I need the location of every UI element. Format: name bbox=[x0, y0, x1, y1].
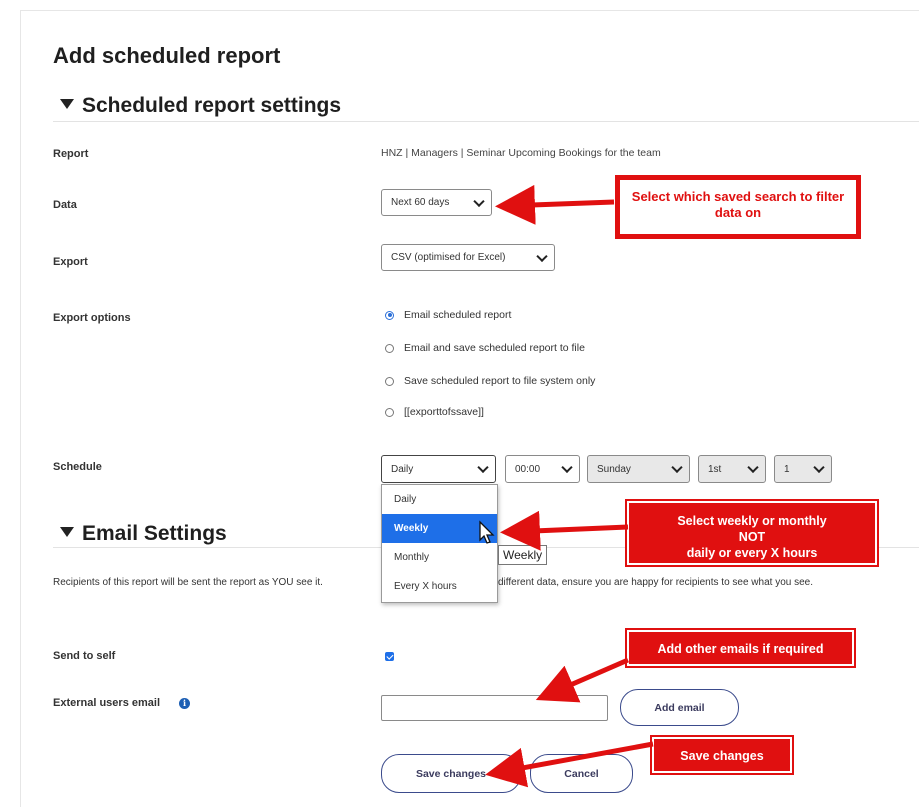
arrow-to-weekly-option bbox=[500, 510, 629, 551]
arrow-to-data-select bbox=[495, 184, 615, 225]
arrow-to-save-button bbox=[485, 741, 654, 788]
arrow-to-email-input bbox=[535, 657, 629, 703]
annotation-arrows bbox=[485, 184, 654, 788]
